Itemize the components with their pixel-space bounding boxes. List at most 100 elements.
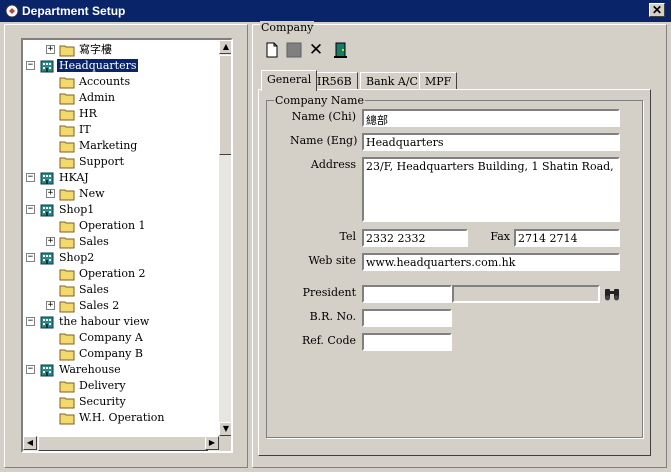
tree-node-label: Operation 1	[79, 219, 146, 232]
delete-icon[interactable]: ✕	[306, 40, 326, 60]
binoculars-search-icon[interactable]	[602, 285, 622, 303]
folder-icon	[59, 269, 75, 281]
horizontal-scrollbar[interactable]: ◀ ▶	[23, 436, 219, 451]
folder-icon	[59, 397, 75, 409]
vertical-scrollbar[interactable]: ▲ ▼	[219, 40, 231, 436]
tree-node[interactable]: Delivery	[23, 378, 219, 394]
tree-node-label: Accounts	[79, 75, 131, 88]
tree-node[interactable]: + Sales	[23, 234, 219, 250]
tab-mpf[interactable]: MPF	[419, 72, 458, 90]
building-icon	[40, 252, 54, 265]
tree-node-label: HKAJ	[59, 171, 89, 184]
tree-node-label: Security	[79, 395, 126, 408]
folder-icon	[59, 45, 75, 57]
tab-ir56b[interactable]: IR56B	[311, 72, 358, 90]
tree-node[interactable]: + Sales 2	[23, 298, 219, 314]
tree-node[interactable]: HR	[23, 106, 219, 122]
tree-node[interactable]: Sales	[23, 282, 219, 298]
tree-node[interactable]: Admin	[23, 90, 219, 106]
app-icon	[5, 4, 19, 18]
expand-button[interactable]: +	[46, 237, 55, 246]
vertical-scroll-thumb[interactable]	[219, 55, 231, 155]
scroll-down-button[interactable]: ▼	[219, 422, 231, 436]
website-label: Web site	[308, 254, 356, 267]
tree-node[interactable]: Operation 1	[23, 218, 219, 234]
tree-node[interactable]: Security	[23, 394, 219, 410]
website-field[interactable]: www.headquarters.com.hk	[362, 253, 620, 271]
name-chi-field[interactable]: 總部	[362, 109, 620, 127]
collapse-button[interactable]: −	[26, 61, 35, 70]
department-tree[interactable]: + 寫字樓 − Headquarters Accounts Admin HR IT Market…	[21, 38, 233, 453]
tree-node-label: Marketing	[79, 139, 138, 152]
tree-node[interactable]: − Shop1	[23, 202, 219, 218]
tree-node[interactable]: Accounts	[23, 74, 219, 90]
tree-node-label: Sales	[79, 283, 109, 296]
tree-node[interactable]: + 寫字樓	[23, 42, 219, 58]
scroll-left-button[interactable]: ◀	[23, 436, 37, 450]
tree-node[interactable]: − Shop2	[23, 250, 219, 266]
close-button[interactable]: ✕	[649, 3, 665, 17]
new-document-icon[interactable]	[262, 40, 282, 60]
tree-node[interactable]: − Headquarters	[23, 58, 219, 74]
tree-node[interactable]: − the habour view	[23, 314, 219, 330]
tree-node[interactable]: + New	[23, 186, 219, 202]
collapse-button[interactable]: −	[26, 205, 35, 214]
folder-icon	[59, 381, 75, 393]
building-icon	[40, 204, 54, 217]
tree-node[interactable]: Operation 2	[23, 266, 219, 282]
save-icon[interactable]	[284, 40, 304, 60]
tel-field[interactable]: 2332 2332	[362, 229, 468, 247]
scrollbar-corner	[219, 436, 231, 451]
fax-label: Fax	[490, 230, 510, 243]
expand-button[interactable]: +	[46, 301, 55, 310]
folder-icon	[59, 141, 75, 153]
horizontal-scroll-thumb[interactable]	[38, 436, 208, 451]
tree-node-label: Shop1	[59, 203, 95, 216]
tree-node-label: New	[79, 187, 105, 200]
tree-node-label: W.H. Operation	[79, 411, 165, 424]
address-label: Address	[310, 158, 356, 171]
tree-node[interactable]: W.H. Operation	[23, 410, 219, 426]
tab-bank-ac[interactable]: Bank A/C	[360, 72, 424, 90]
ref-code-field[interactable]	[362, 333, 452, 351]
tree-node[interactable]: − Warehouse	[23, 362, 219, 378]
tree-node-label: Sales	[79, 235, 109, 248]
tree-node[interactable]: Marketing	[23, 138, 219, 154]
tree-node-label: Company A	[79, 331, 143, 344]
br-no-field[interactable]	[362, 309, 452, 327]
title-bar: Department Setup ✕	[0, 0, 671, 22]
president-code-field[interactable]	[362, 285, 452, 303]
name-chi-label: Name (Chi)	[291, 110, 356, 123]
name-eng-label: Name (Eng)	[290, 134, 358, 147]
exit-door-icon[interactable]	[330, 40, 350, 60]
tree-node[interactable]: IT	[23, 122, 219, 138]
tree-node[interactable]: Company B	[23, 346, 219, 362]
scroll-right-button[interactable]: ▶	[205, 436, 219, 450]
tree-node[interactable]: Support	[23, 154, 219, 170]
tree-node[interactable]: Company A	[23, 330, 219, 346]
scroll-up-button[interactable]: ▲	[219, 40, 231, 54]
address-field[interactable]: 23/F, Headquarters Building, 1 Shatin Ro…	[362, 157, 620, 222]
expand-button[interactable]: +	[46, 45, 55, 54]
tree-node-label: Delivery	[79, 379, 126, 392]
window-title: Department Setup	[22, 4, 126, 18]
collapse-button[interactable]: −	[26, 317, 35, 326]
fax-field[interactable]: 2714 2714	[514, 229, 620, 247]
president-name-field	[452, 285, 600, 303]
tree-node[interactable]: − HKAJ	[23, 170, 219, 186]
tab-general[interactable]: General	[261, 70, 318, 91]
br-no-label: B.R. No.	[309, 310, 356, 323]
collapse-button[interactable]: −	[26, 365, 35, 374]
building-icon	[40, 60, 54, 73]
folder-icon	[59, 301, 75, 313]
name-eng-field[interactable]: Headquarters	[362, 133, 620, 151]
expand-button[interactable]: +	[46, 189, 55, 198]
collapse-button[interactable]: −	[26, 173, 35, 182]
president-label: President	[302, 286, 356, 299]
ref-code-label: Ref. Code	[301, 334, 356, 347]
collapse-button[interactable]: −	[26, 253, 35, 262]
tree-node-label: Operation 2	[79, 267, 146, 280]
folder-icon	[59, 333, 75, 345]
company-group-title: Company	[260, 21, 315, 34]
tree-node-label: Support	[79, 155, 125, 168]
